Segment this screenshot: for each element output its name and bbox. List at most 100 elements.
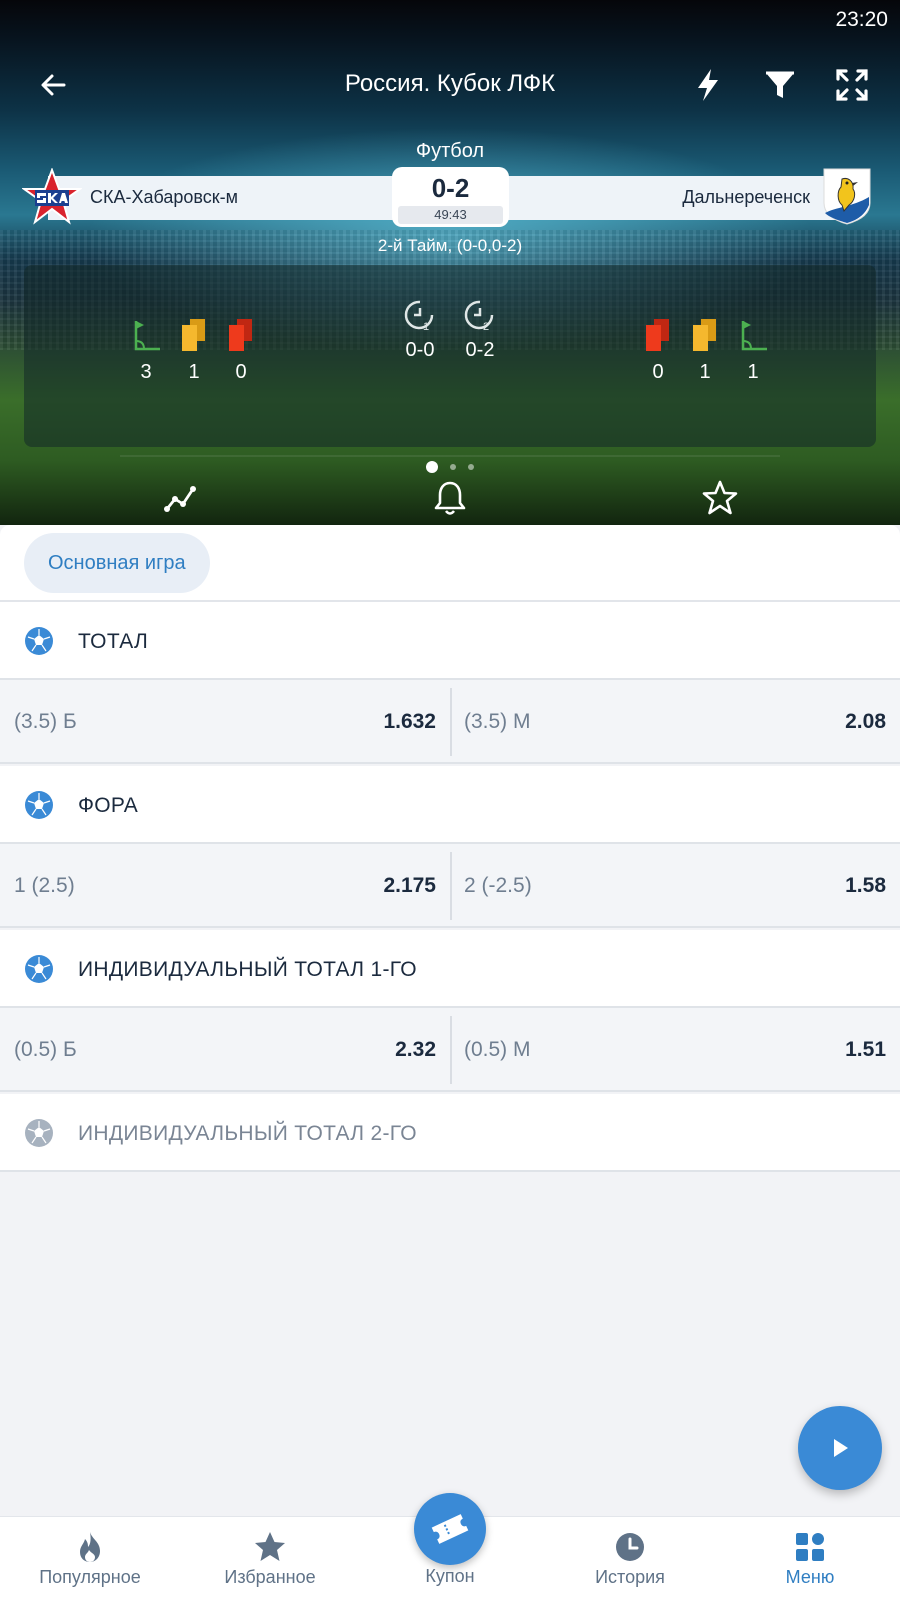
favorite-star-icon[interactable] bbox=[700, 478, 740, 518]
odds-value: 1.58 bbox=[845, 874, 886, 897]
coupon-label: Купон bbox=[425, 1566, 475, 1586]
home-corners-value: 3 bbox=[140, 361, 152, 383]
second-half-marker: 2 bbox=[483, 321, 489, 333]
second-half-score: 0-2 bbox=[465, 339, 495, 361]
market-handicap: ФОРА 1 (2.5) 2.175 2 (-2.5) 1.58 bbox=[0, 766, 900, 928]
odds-row: 1 (2.5) 2.175 2 (-2.5) 1.58 bbox=[0, 844, 900, 928]
home-red-value: 0 bbox=[235, 361, 247, 383]
odds-cell[interactable]: (3.5) М 2.08 bbox=[452, 680, 900, 762]
market-title: ИНДИВИДУАЛЬНЫЙ ТОТАЛ 1-ГО bbox=[78, 958, 417, 981]
page-indicator[interactable] bbox=[0, 458, 900, 476]
market-header[interactable]: ФОРА bbox=[0, 766, 900, 844]
filter-icon[interactable] bbox=[760, 65, 800, 105]
sport-label: Футбол bbox=[415, 140, 485, 162]
second-half-clock-icon: 2 bbox=[450, 297, 510, 333]
tab-main-game[interactable]: Основная игра bbox=[24, 533, 210, 593]
away-yellow-stat: 1 bbox=[685, 317, 725, 384]
status-time: 23:20 bbox=[835, 8, 888, 31]
fire-icon bbox=[72, 1529, 108, 1565]
nav-label: Популярное bbox=[39, 1567, 141, 1587]
score-box: 0-2 49:43 bbox=[392, 167, 509, 227]
nav-label: Избранное bbox=[224, 1567, 316, 1587]
red-card-icon bbox=[221, 317, 261, 353]
star-icon bbox=[252, 1529, 288, 1565]
odds-value: 1.632 bbox=[383, 710, 436, 733]
markets-content: Основная игра ТОТАЛ (3.5) Б 1.632 (3.5) … bbox=[0, 525, 900, 1525]
market-tabs: Основная игра bbox=[0, 525, 900, 602]
page-dot-2[interactable] bbox=[450, 463, 456, 470]
odds-cell[interactable]: (3.5) Б 1.632 bbox=[0, 680, 450, 762]
expand-icon[interactable] bbox=[832, 65, 872, 105]
bell-icon[interactable] bbox=[430, 478, 470, 518]
home-yellow-value: 1 bbox=[188, 361, 200, 383]
page-dot-1[interactable] bbox=[426, 460, 438, 473]
odds-value: 2.32 bbox=[395, 1038, 436, 1061]
top-bar: Россия. Кубок ЛФК bbox=[0, 55, 900, 115]
market-header[interactable]: ИНДИВИДУАЛЬНЫЙ ТОТАЛ 1-ГО bbox=[0, 930, 900, 1008]
yellow-card-icon bbox=[174, 317, 214, 353]
nav-menu[interactable]: Меню bbox=[720, 1517, 900, 1600]
statistics-chart-icon[interactable] bbox=[160, 478, 200, 518]
home-team-logo bbox=[20, 167, 84, 226]
nav-label: Меню bbox=[785, 1567, 835, 1587]
away-red-value: 0 bbox=[652, 361, 664, 383]
market-individual-total-1: ИНДИВИДУАЛЬНЫЙ ТОТАЛ 1-ГО (0.5) Б 2.32 (… bbox=[0, 930, 900, 1092]
football-icon bbox=[24, 626, 54, 656]
clock-icon bbox=[612, 1529, 648, 1565]
nav-history[interactable]: История bbox=[540, 1517, 720, 1600]
market-header[interactable]: ИНДИВИДУАЛЬНЫЙ ТОТАЛ 2-ГО bbox=[0, 1094, 900, 1172]
home-red-stat: 0 bbox=[221, 317, 261, 384]
corner-flag-icon bbox=[733, 317, 773, 353]
away-corners-value: 1 bbox=[747, 361, 759, 383]
odds-label: 2 (-2.5) bbox=[464, 874, 532, 897]
lightning-icon[interactable] bbox=[688, 65, 728, 105]
odds-cell[interactable]: 1 (2.5) 2.175 bbox=[0, 844, 450, 926]
odds-row: (3.5) Б 1.632 (3.5) М 2.08 bbox=[0, 680, 900, 764]
odds-label: 1 (2.5) bbox=[14, 874, 75, 897]
market-title: ТОТАЛ bbox=[78, 630, 149, 653]
second-half-stat: 2 0-2 bbox=[450, 297, 510, 362]
football-icon bbox=[24, 954, 54, 984]
play-video-button[interactable] bbox=[798, 1406, 882, 1490]
away-yellow-value: 1 bbox=[699, 361, 711, 383]
football-icon bbox=[24, 1118, 54, 1148]
away-team-logo bbox=[822, 167, 872, 225]
odds-cell[interactable]: 2 (-2.5) 1.58 bbox=[452, 844, 900, 926]
market-header[interactable]: ТОТАЛ bbox=[0, 602, 900, 680]
nav-favorites[interactable]: Избранное bbox=[180, 1517, 360, 1600]
pitch-line bbox=[120, 455, 780, 457]
play-icon bbox=[834, 1439, 848, 1457]
football-icon bbox=[24, 790, 54, 820]
home-corners-stat: 3 bbox=[126, 317, 166, 384]
red-card-icon bbox=[638, 317, 678, 353]
page-dot-3[interactable] bbox=[468, 463, 474, 470]
yellow-card-icon bbox=[685, 317, 725, 353]
match-clock: 49:43 bbox=[398, 206, 503, 224]
home-team-name: СКА-Хабаровск-м bbox=[90, 187, 239, 207]
away-red-stat: 0 bbox=[638, 317, 678, 384]
odds-value: 2.08 bbox=[845, 710, 886, 733]
ticket-icon bbox=[431, 1514, 469, 1544]
nav-label: История bbox=[595, 1567, 665, 1587]
home-yellow-stat: 1 bbox=[174, 317, 214, 384]
coupon-button[interactable] bbox=[414, 1493, 486, 1565]
away-team-name: Дальнереченск bbox=[682, 187, 810, 207]
nav-popular[interactable]: Популярное bbox=[0, 1517, 180, 1600]
match-hero: 23:20 Россия. Кубок ЛФК Футбол СКА-Хабар… bbox=[0, 0, 900, 525]
market-title: ФОРА bbox=[78, 794, 139, 817]
first-half-clock-icon: 1 bbox=[390, 297, 450, 333]
period-label: 2-й Тайм, (0-0,0-2) bbox=[377, 236, 523, 255]
odds-label: (3.5) М bbox=[464, 710, 531, 733]
odds-row: (0.5) Б 2.32 (0.5) М 1.51 bbox=[0, 1008, 900, 1092]
corner-flag-icon bbox=[126, 317, 166, 353]
first-half-stat: 1 0-0 bbox=[390, 297, 450, 362]
menu-grid-icon bbox=[792, 1529, 828, 1565]
odds-value: 2.175 bbox=[383, 874, 436, 897]
odds-cell[interactable]: (0.5) Б 2.32 bbox=[0, 1008, 450, 1090]
odds-label: (3.5) Б bbox=[14, 710, 77, 733]
away-corners-stat: 1 bbox=[733, 317, 773, 384]
odds-cell[interactable]: (0.5) М 1.51 bbox=[452, 1008, 900, 1090]
first-half-score: 0-0 bbox=[405, 339, 435, 361]
odds-label: (0.5) М bbox=[464, 1038, 531, 1061]
odds-label: (0.5) Б bbox=[14, 1038, 77, 1061]
